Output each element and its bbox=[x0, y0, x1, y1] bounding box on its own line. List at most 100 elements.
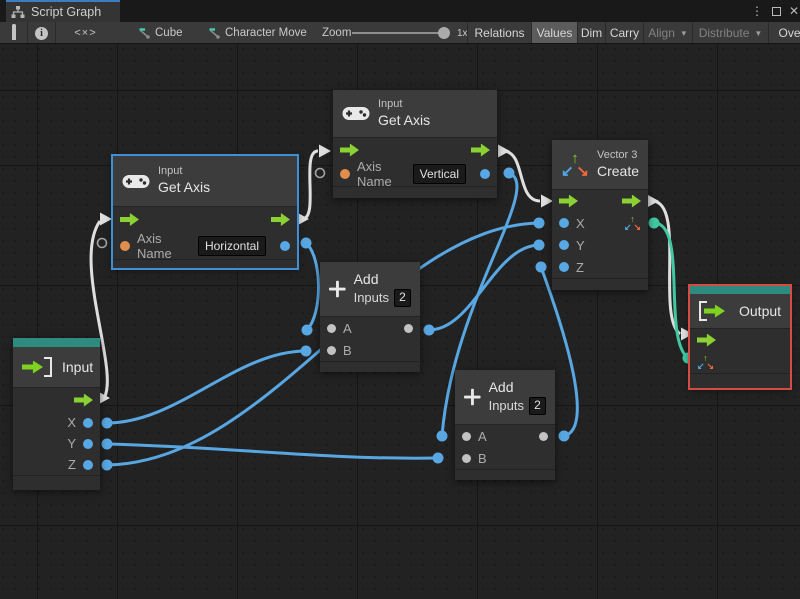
wire-cap-dot[interactable] bbox=[558, 430, 570, 442]
node-footer bbox=[455, 469, 555, 479]
wire-cap-dot[interactable] bbox=[535, 261, 547, 273]
distribute-button[interactable]: Distribute ▼ bbox=[692, 22, 768, 43]
graph-canvas[interactable]: Input X Y Z Input Get Axis Axis Name Hor… bbox=[0, 44, 800, 599]
node-footer bbox=[320, 361, 420, 371]
value-output-port[interactable] bbox=[480, 169, 490, 179]
wire-cap-arrow[interactable] bbox=[498, 144, 510, 158]
input-port-b[interactable] bbox=[327, 345, 336, 355]
wire-cap-dot[interactable] bbox=[533, 217, 545, 229]
node-input[interactable]: Input X Y Z bbox=[13, 338, 100, 490]
wire-add1-out-to-vector3-Y[interactable] bbox=[428, 243, 540, 332]
output-port[interactable] bbox=[539, 431, 548, 441]
wire-cap-dot[interactable] bbox=[503, 167, 515, 179]
flow-output-port[interactable] bbox=[74, 393, 93, 407]
info-button[interactable]: i bbox=[27, 22, 55, 43]
axis-name-field[interactable]: Horizontal bbox=[197, 235, 266, 256]
wire-cap-dot[interactable] bbox=[101, 417, 113, 429]
wire-cap-dot[interactable] bbox=[432, 452, 444, 464]
tab-title: Script Graph bbox=[31, 5, 102, 19]
node-footer bbox=[690, 373, 790, 387]
wire-cap-dot[interactable] bbox=[423, 324, 435, 336]
graph-hierarchy-icon bbox=[11, 5, 25, 18]
graph-unit-icon bbox=[139, 27, 150, 39]
value-input-port-x[interactable] bbox=[559, 218, 569, 228]
dim-button[interactable]: Dim bbox=[577, 22, 605, 43]
flow-output-port[interactable] bbox=[471, 143, 490, 157]
wire-cap-arrow[interactable] bbox=[319, 144, 331, 158]
input-node-icon bbox=[22, 357, 54, 377]
output-port[interactable] bbox=[404, 323, 413, 333]
string-input-port[interactable] bbox=[120, 240, 130, 251]
breadcrumb-cube[interactable]: Cube bbox=[138, 22, 183, 43]
zoom-slider-thumb[interactable] bbox=[438, 27, 450, 39]
flow-input-port[interactable] bbox=[559, 194, 578, 208]
window-close-button[interactable]: ✕ bbox=[786, 3, 800, 19]
wire-cap-dot[interactable] bbox=[436, 430, 448, 442]
input-port-b[interactable] bbox=[462, 453, 471, 463]
gamepad-icon bbox=[342, 107, 370, 120]
node-get-axis-vertical[interactable]: Input Get Axis Axis Name Vertical bbox=[333, 90, 497, 198]
wire-cap-dot[interactable] bbox=[101, 459, 113, 471]
wire-cap-dot[interactable] bbox=[533, 239, 545, 251]
overview-button[interactable]: Overview bbox=[768, 22, 800, 43]
flow-output-port[interactable] bbox=[271, 213, 290, 226]
string-input-port[interactable] bbox=[340, 169, 350, 179]
node-output[interactable]: Output ↑ ↙ ↘ bbox=[690, 286, 790, 388]
wire-cap-arrow[interactable] bbox=[100, 212, 112, 226]
vector3-input-port[interactable]: ↑ ↙ ↘ bbox=[697, 353, 714, 371]
graph-toolbar: i <×> Cube Character Move Zoom 1x Relati bbox=[0, 22, 800, 44]
align-button[interactable]: Align ▼ bbox=[643, 22, 692, 43]
output-node-icon bbox=[699, 301, 731, 321]
gamepad-icon bbox=[122, 174, 150, 188]
wire-cap-dot[interactable] bbox=[300, 345, 312, 357]
node-add-2[interactable]: Add Inputs 2 A B bbox=[455, 370, 555, 480]
carry-button[interactable]: Carry bbox=[605, 22, 643, 43]
value-output-port-x[interactable] bbox=[83, 417, 93, 428]
wire-cap-dot[interactable] bbox=[648, 217, 660, 229]
flow-input-port[interactable] bbox=[120, 213, 139, 226]
node-title: Add bbox=[353, 271, 379, 288]
node-add-1[interactable]: Add Inputs 2 A B bbox=[320, 262, 420, 372]
plus-icon bbox=[464, 388, 481, 406]
vector3-output-port[interactable]: ↑ ↙ ↘ bbox=[624, 214, 641, 232]
value-output-port-z[interactable] bbox=[83, 459, 93, 470]
breadcrumb-character-move[interactable]: Character Move bbox=[208, 22, 307, 43]
input-port-a[interactable] bbox=[327, 323, 336, 333]
wire-cap-dot[interactable] bbox=[300, 237, 312, 249]
variables-button[interactable]: <×> bbox=[55, 22, 115, 43]
lock-icon bbox=[11, 24, 16, 40]
values-button[interactable]: Values bbox=[531, 22, 577, 43]
inputs-count-field[interactable]: 2 bbox=[394, 288, 411, 307]
input-port-a[interactable] bbox=[462, 431, 471, 441]
node-title: Add bbox=[488, 379, 514, 396]
flow-input-port[interactable] bbox=[697, 333, 716, 347]
unconnected-port-ring[interactable] bbox=[314, 167, 326, 179]
node-title: Input bbox=[62, 359, 94, 375]
inputs-count-field[interactable]: 2 bbox=[529, 396, 546, 415]
node-title: Output bbox=[739, 303, 782, 319]
wire-cap-arrow[interactable] bbox=[647, 194, 659, 208]
unconnected-port-ring[interactable] bbox=[96, 237, 108, 249]
wire-cap-dot[interactable] bbox=[101, 438, 113, 450]
relations-button[interactable]: Relations bbox=[467, 22, 531, 43]
node-get-axis-horizontal[interactable]: Input Get Axis Axis Name Horizontal bbox=[113, 156, 297, 268]
value-input-port-y[interactable] bbox=[559, 240, 569, 250]
lock-button[interactable] bbox=[0, 22, 27, 43]
wire-cap-dot[interactable] bbox=[301, 324, 313, 336]
flow-input-port[interactable] bbox=[340, 143, 359, 157]
window-maximize-button[interactable] bbox=[768, 3, 784, 19]
value-output-port[interactable] bbox=[280, 240, 290, 251]
tab-script-graph[interactable]: Script Graph bbox=[6, 0, 120, 22]
axis-name-field[interactable]: Vertical bbox=[412, 164, 466, 184]
value-input-port-z[interactable] bbox=[559, 262, 569, 272]
plus-icon bbox=[329, 280, 346, 298]
value-output-port-y[interactable] bbox=[83, 438, 93, 449]
window-menu-button[interactable]: ⋮ bbox=[749, 3, 765, 19]
wire-getaxisH-exit-to-getaxisV-enter[interactable] bbox=[301, 149, 319, 221]
flow-output-port[interactable] bbox=[622, 194, 641, 208]
zoom-slider-track[interactable] bbox=[352, 32, 444, 34]
chevron-down-icon: ▼ bbox=[754, 28, 763, 38]
node-vector3-create[interactable]: ↑ ↙ ↘ Vector 3 Create X ↑ ↙ ↘ Y Z bbox=[552, 140, 648, 290]
wire-getaxisH-value-to-add1-A[interactable] bbox=[304, 241, 320, 332]
info-icon: i bbox=[35, 26, 48, 40]
